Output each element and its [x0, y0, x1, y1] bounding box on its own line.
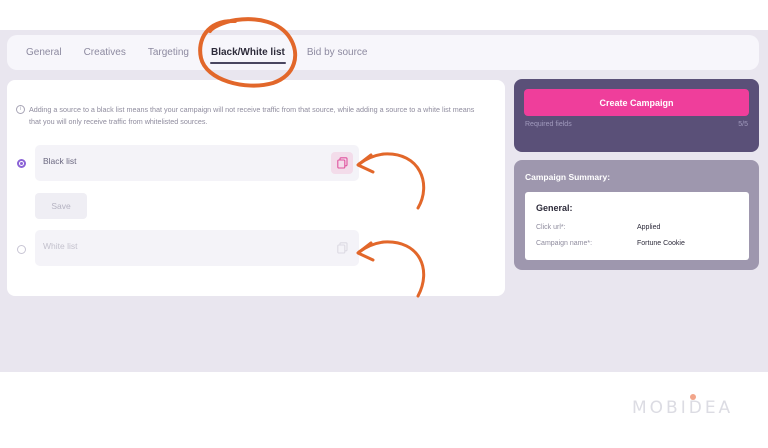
info-notice: i Adding a source to a black list means …: [16, 104, 486, 128]
tab-creatives[interactable]: Creatives: [73, 35, 137, 70]
mobidea-watermark: MOBIDEA: [632, 398, 734, 418]
campaign-summary-title: Campaign Summary:: [525, 172, 611, 182]
black-list-field[interactable]: Black list: [35, 145, 359, 181]
info-notice-text: Adding a source to a black list means th…: [29, 105, 475, 126]
tab-general[interactable]: General: [7, 35, 73, 70]
campaign-summary-panel: Campaign Summary: General: Click url*: A…: [514, 160, 759, 270]
black-list-radio[interactable]: [17, 159, 26, 168]
copy-icon: [336, 157, 348, 169]
tab-black-white-list[interactable]: Black/White list: [200, 35, 296, 70]
top-strip: [0, 0, 768, 30]
info-icon: i: [16, 105, 25, 114]
summary-row-value: Applied: [637, 224, 661, 231]
black-list-label: Black list: [43, 156, 77, 166]
tab-bid-by-source[interactable]: Bid by source: [296, 35, 379, 70]
black-white-list-card: i Adding a source to a black list means …: [7, 80, 505, 296]
white-list-label: White list: [43, 241, 78, 251]
save-button[interactable]: Save: [35, 193, 87, 219]
tab-targeting[interactable]: Targeting: [137, 35, 200, 70]
summary-row-value: Fortune Cookie: [637, 240, 685, 247]
create-campaign-panel: Create Campaign Required fields 5/5: [514, 79, 759, 152]
summary-section-heading: General:: [536, 203, 573, 213]
summary-row-key: Click url*:: [536, 224, 566, 231]
required-fields-count: 5/5: [738, 121, 748, 128]
copy-icon: [336, 242, 348, 254]
required-fields-label: Required fields: [525, 121, 572, 128]
white-list-radio[interactable]: [17, 245, 26, 254]
campaign-tabs: General Creatives Targeting Black/White …: [7, 35, 759, 70]
create-campaign-button[interactable]: Create Campaign: [524, 89, 749, 116]
summary-row-key: Campaign name*:: [536, 240, 593, 247]
campaign-summary-card[interactable]: General: Click url*: Applied Campaign na…: [525, 192, 749, 260]
black-list-copy-button[interactable]: [331, 152, 353, 174]
white-list-copy-button[interactable]: [331, 237, 353, 259]
white-list-field[interactable]: White list: [35, 230, 359, 266]
